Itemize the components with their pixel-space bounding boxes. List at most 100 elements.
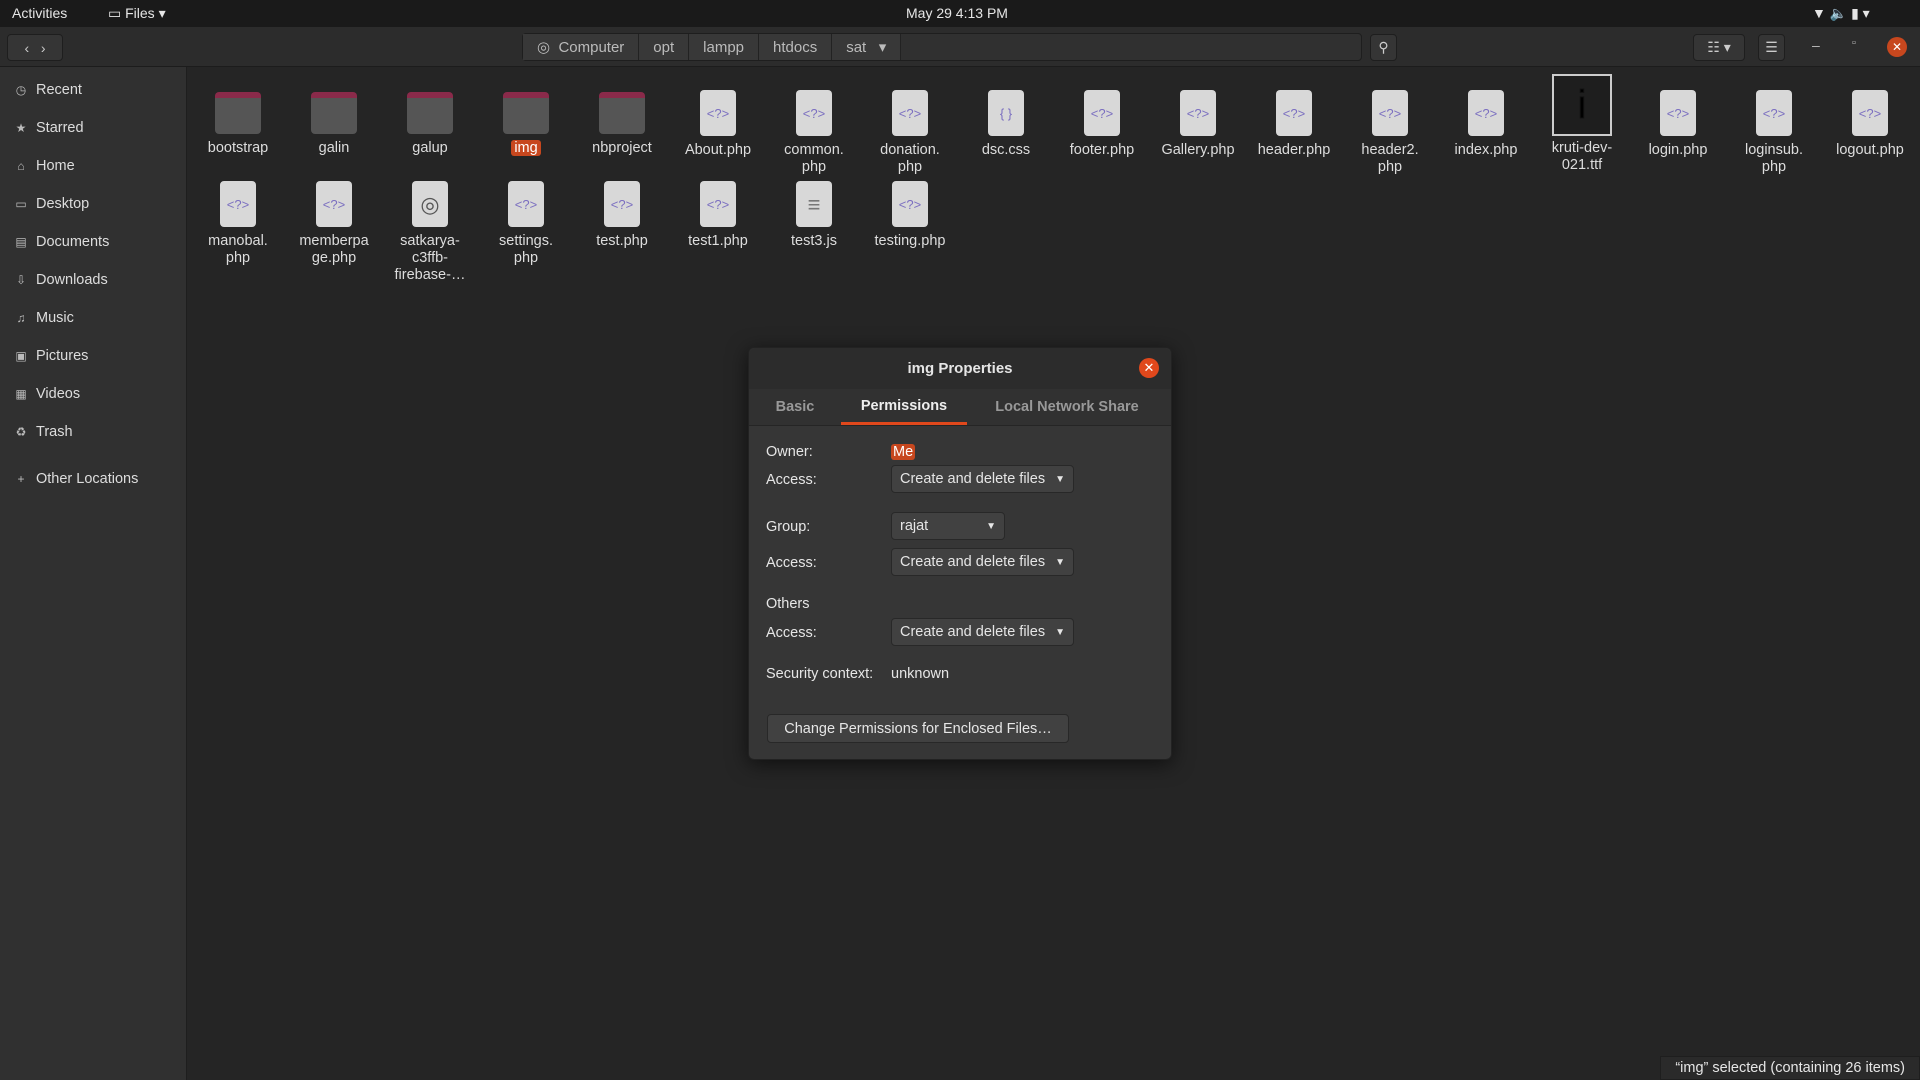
file-item[interactable]: nbproject bbox=[576, 70, 668, 157]
file-item[interactable]: <?> memberpa ge.php bbox=[288, 161, 380, 267]
path-sat[interactable]: sat ▾ bbox=[832, 34, 902, 60]
sidebar-item-home[interactable]: ⌂ Home bbox=[14, 151, 74, 181]
file-item[interactable]: ≡ test3.js bbox=[768, 161, 860, 250]
file-item[interactable]: <?> About.php bbox=[672, 70, 764, 159]
sidebar-item-downloads[interactable]: ⇩ Downloads bbox=[14, 265, 108, 295]
sidebar-item-trash[interactable]: ♻ Trash bbox=[14, 417, 73, 447]
others-access-dropdown[interactable]: Create and delete files ▼ bbox=[891, 618, 1074, 646]
php-file-icon: <?> bbox=[892, 90, 928, 136]
group-label: Group: bbox=[766, 519, 811, 535]
file-item[interactable]: <?> testing.php bbox=[864, 161, 956, 250]
folder-icon bbox=[215, 92, 261, 134]
file-item[interactable]: <?> loginsub. php bbox=[1728, 70, 1820, 176]
file-item[interactable]: <?> index.php bbox=[1440, 70, 1532, 159]
file-name: test.php bbox=[596, 233, 648, 249]
file-item[interactable]: <?> Gallery.php bbox=[1152, 70, 1244, 159]
tab-local-network-share[interactable]: Local Network Share bbox=[967, 389, 1167, 425]
sidebar-item-pictures[interactable]: ▣ Pictures bbox=[14, 341, 88, 371]
close-window-icon[interactable]: ✕ bbox=[1887, 37, 1907, 57]
menu-icon[interactable]: ☰ bbox=[1758, 34, 1785, 61]
desktop-icon: ▭ bbox=[15, 197, 27, 211]
file-item[interactable]: galup bbox=[384, 70, 476, 157]
php-file-icon: <?> bbox=[1276, 90, 1312, 136]
app-menu[interactable]: ▭ Files ▾ bbox=[108, 5, 166, 22]
file-name: test3.js bbox=[791, 233, 837, 249]
file-name: About.php bbox=[684, 142, 752, 158]
file-name: loginsub. php bbox=[1744, 142, 1804, 175]
file-name: bootstrap bbox=[207, 140, 269, 156]
file-item[interactable]: <?> header2. php bbox=[1344, 70, 1436, 176]
file-item[interactable]: <?> test1.php bbox=[672, 161, 764, 250]
close-dialog-icon[interactable]: ✕ bbox=[1139, 358, 1159, 378]
file-name: header.php bbox=[1257, 142, 1331, 158]
view-toggle-button[interactable]: ☷ ▾ bbox=[1693, 34, 1745, 61]
php-file-icon: <?> bbox=[1180, 90, 1216, 136]
chevron-down-icon: ▼ bbox=[1055, 626, 1065, 638]
file-name: testing.php bbox=[874, 233, 946, 249]
change-permissions-button[interactable]: Change Permissions for Enclosed Files… bbox=[767, 714, 1069, 743]
dialog-title: img Properties bbox=[749, 348, 1171, 389]
file-item[interactable]: <?> settings. php bbox=[480, 161, 572, 267]
search-icon[interactable]: ⚲ bbox=[1370, 34, 1397, 61]
file-item[interactable]: <?> test.php bbox=[576, 161, 668, 250]
owner-value[interactable]: Me bbox=[891, 444, 916, 460]
file-item[interactable]: bootstrap bbox=[192, 70, 284, 157]
tab-basic[interactable]: Basic bbox=[749, 389, 841, 425]
sidebar-item-starred[interactable]: ★ Starred bbox=[14, 113, 84, 143]
file-item[interactable]: <?> footer.php bbox=[1056, 70, 1148, 159]
file-item[interactable]: <?> logout.php bbox=[1824, 70, 1916, 159]
maximize-icon[interactable]: ▫ bbox=[1852, 37, 1856, 49]
forward-icon[interactable]: › bbox=[41, 40, 46, 56]
sidebar-item-label: Documents bbox=[36, 234, 110, 250]
sidebar-item-documents[interactable]: ▤ Documents bbox=[14, 227, 109, 257]
path-lampp[interactable]: lampp bbox=[689, 34, 760, 60]
tab-permissions[interactable]: Permissions bbox=[841, 389, 967, 425]
file-name: Gallery.php bbox=[1161, 142, 1235, 158]
trash-icon: ♻ bbox=[15, 425, 27, 439]
sidebar-item-music[interactable]: ♫ Music bbox=[14, 303, 74, 333]
path-htdocs[interactable]: htdocs bbox=[759, 34, 833, 60]
sidebar-item-recent[interactable]: ◷ Recent bbox=[14, 75, 82, 105]
file-name: index.php bbox=[1454, 142, 1518, 158]
file-item[interactable]: galin bbox=[288, 70, 380, 157]
top-bar: Activities ▭ Files ▾ May 29 4:13 PM ▼ 🔈 … bbox=[0, 0, 1920, 27]
file-item[interactable]: <?> manobal. php bbox=[192, 161, 284, 267]
owner-access-dropdown[interactable]: Create and delete files ▼ bbox=[891, 465, 1074, 493]
group-access-dropdown[interactable]: Create and delete files ▼ bbox=[891, 548, 1074, 576]
system-tray-icon[interactable]: ▼ 🔈 ▮ ▾ bbox=[1812, 5, 1870, 22]
chevron-down-icon: ▼ bbox=[1055, 556, 1065, 568]
file-item[interactable]: img bbox=[480, 70, 572, 157]
properties-dialog: img Properties ✕ Basic Permissions Local… bbox=[748, 347, 1172, 760]
file-name: satkarya- c3ffb- firebase-… bbox=[394, 233, 466, 283]
back-icon[interactable]: ‹ bbox=[24, 40, 29, 56]
clock[interactable]: May 29 4:13 PM bbox=[906, 5, 1008, 21]
security-context-label: Security context: bbox=[766, 666, 874, 682]
clock-icon: ◷ bbox=[15, 83, 27, 97]
file-item[interactable]: <?> header.php bbox=[1248, 70, 1340, 159]
sidebar-item-label: Music bbox=[36, 310, 74, 326]
file-name: test1.php bbox=[688, 233, 748, 249]
sidebar-item-desktop[interactable]: ▭ Desktop bbox=[14, 189, 89, 219]
file-item[interactable]: { } dsc.css bbox=[960, 70, 1052, 159]
json-file-icon: ◎ bbox=[412, 181, 448, 227]
path-opt[interactable]: opt bbox=[639, 34, 690, 60]
file-name: footer.php bbox=[1069, 142, 1135, 158]
security-context-value: unknown bbox=[891, 666, 950, 682]
minimize-icon[interactable]: – bbox=[1812, 37, 1820, 53]
others-label: Others bbox=[766, 596, 810, 612]
sidebar-item-videos[interactable]: ▦ Videos bbox=[14, 379, 80, 409]
path-computer[interactable]: ◎ Computer bbox=[523, 34, 640, 60]
activities-button[interactable]: Activities bbox=[12, 5, 67, 21]
php-file-icon: <?> bbox=[892, 181, 928, 227]
tab-bar: Basic Permissions Local Network Share bbox=[749, 389, 1171, 426]
file-item[interactable]: i kruti-dev- 021.ttf bbox=[1536, 70, 1628, 174]
sidebar-item-label: Pictures bbox=[36, 348, 89, 364]
sidebar-item-other-locations[interactable]: + Other Locations bbox=[14, 464, 138, 494]
file-name: header2. php bbox=[1361, 142, 1419, 175]
nav-back-forward[interactable]: ‹ › bbox=[7, 34, 63, 61]
folder-icon bbox=[599, 92, 645, 134]
file-item[interactable]: <?> login.php bbox=[1632, 70, 1724, 159]
file-name: manobal. php bbox=[208, 233, 268, 266]
group-dropdown[interactable]: rajat ▼ bbox=[891, 512, 1005, 540]
file-item[interactable]: ◎ satkarya- c3ffb- firebase-… bbox=[384, 161, 476, 284]
